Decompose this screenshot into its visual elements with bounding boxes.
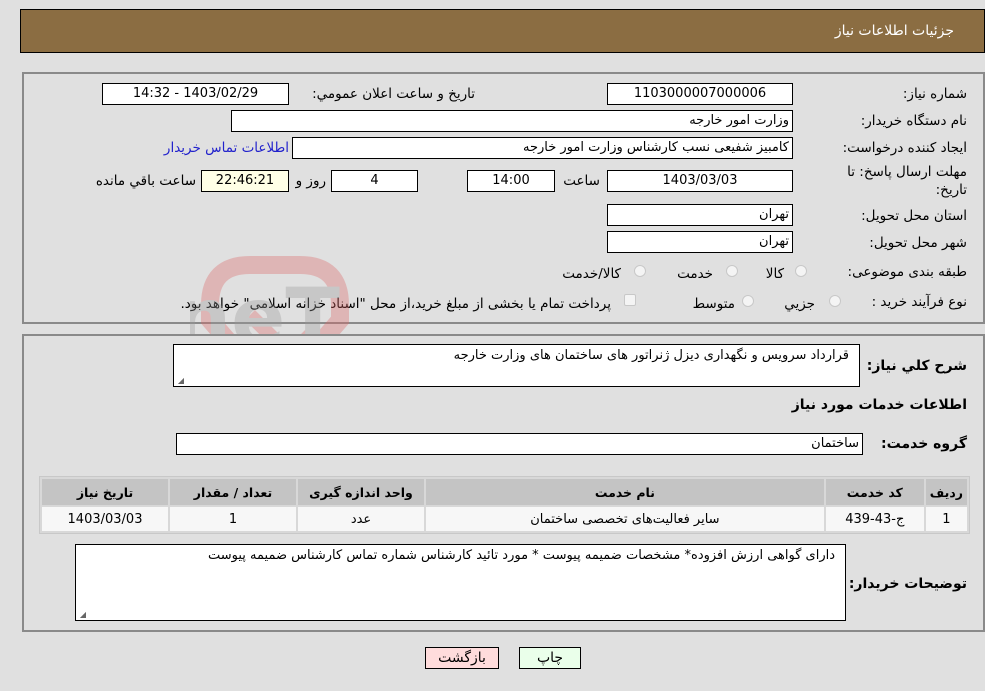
deadline-date-field: 1403/03/03 [607,170,793,192]
table-row: 1 ج-43-439 سایر فعالیت‌های تخصصی ساختمان… [42,507,967,531]
buyer-org-label: نام دستگاه خریدار: [860,113,967,129]
resize-grip-icon[interactable]: ◢ [78,610,86,619]
announce-datetime-field: 1403/02/29 - 14:32 [102,83,289,105]
buyer-notes-label: توضیحات خریدار: [848,576,967,592]
category-label: طبقه بندی موضوعی: [847,264,967,280]
remaining-time-label: ساعت باقي مانده [95,173,196,189]
col-service-name: نام خدمت [426,479,824,505]
days-remaining-field: 4 [331,170,418,192]
category-radio-service[interactable] [726,265,738,277]
buyer-notes-text: دارای گواهی ارزش افزوده* مشخصات ضمیمه پی… [207,548,835,563]
buyer-org-field: وزارت امور خارجه [231,110,793,132]
services-heading: اطلاعات خدمات مورد نیاز [791,397,967,413]
summary-textarea[interactable]: قرارداد سرویس و نگهداری دیزل ژنراتور های… [173,344,860,387]
creator-label: ایجاد کننده درخواست: [842,140,967,156]
treasury-note: پرداخت تمام یا بخشی از مبلغ خرید،از محل … [180,296,611,312]
creator-field: کامبیز شفیعی نسب کارشناس وزارت امور خارج… [292,137,793,159]
cell-quantity: 1 [170,507,296,531]
process-option-minor: جزيي [784,296,815,312]
page-header: جزئیات اطلاعات نیاز [20,9,985,53]
cell-service-code: ج-43-439 [825,507,924,531]
print-button[interactable]: چاپ [519,647,581,669]
deadline-time-field: 14:00 [467,170,555,192]
cell-need-date: 1403/03/03 [42,507,168,531]
process-type-label: نوع فرآیند خرید : [871,294,967,310]
summary-label: شرح کلي نیاز: [866,358,967,374]
province-field: تهران [607,204,793,226]
table-header-row: ردیف کد خدمت نام خدمت واحد اندازه گیری ت… [42,479,967,505]
deadline-label-line1: مهلت ارسال پاسخ: تا [847,164,967,180]
process-radio-minor[interactable] [829,295,841,307]
col-service-code: کد خدمت [825,479,924,505]
need-number-label: شماره نیاز: [902,86,967,102]
announce-label: تاریخ و ساعت اعلان عمومي: [312,86,475,102]
cell-service-name: سایر فعالیت‌های تخصصی ساختمان [426,507,824,531]
treasury-checkbox[interactable] [624,294,636,306]
services-table: ردیف کد خدمت نام خدمت واحد اندازه گیری ت… [39,476,970,534]
col-unit: واحد اندازه گیری [298,479,424,505]
category-radio-goods-service[interactable] [634,265,646,277]
city-label: شهر محل تحویل: [869,235,967,251]
cell-unit: عدد [298,507,424,531]
buyer-contact-link[interactable]: اطلاعات تماس خریدار [164,140,289,156]
city-field: تهران [607,231,793,253]
province-label: استان محل تحویل: [861,208,967,224]
need-number-field: 1103000007000006 [607,83,793,105]
category-option-goods-service: کالا/خدمت [562,266,621,282]
col-row-number: ردیف [925,479,967,505]
col-need-date: تاریخ نیاز [42,479,168,505]
process-option-medium: متوسط [692,296,735,312]
resize-grip-icon[interactable]: ◢ [176,376,184,385]
deadline-label-line2: تاریخ: [935,182,967,198]
deadline-time-label: ساعت [563,173,600,189]
page-title: جزئیات اطلاعات نیاز [834,23,954,39]
back-button[interactable]: بازگشت [425,647,499,669]
col-quantity: تعداد / مقدار [170,479,296,505]
category-radio-goods[interactable] [795,265,807,277]
service-group-label: گروه خدمت: [881,436,967,452]
remaining-time-field: 22:46:21 [201,170,289,192]
cell-row-number: 1 [925,507,967,531]
summary-text: قرارداد سرویس و نگهداری دیزل ژنراتور های… [453,348,849,363]
days-label: روز و [295,173,326,189]
category-option-service: خدمت [677,266,713,282]
buyer-notes-textarea[interactable]: دارای گواهی ارزش افزوده* مشخصات ضمیمه پی… [75,544,846,621]
process-radio-medium[interactable] [742,295,754,307]
category-option-goods: کالا [765,266,784,282]
service-group-field: ساختمان [176,433,863,455]
